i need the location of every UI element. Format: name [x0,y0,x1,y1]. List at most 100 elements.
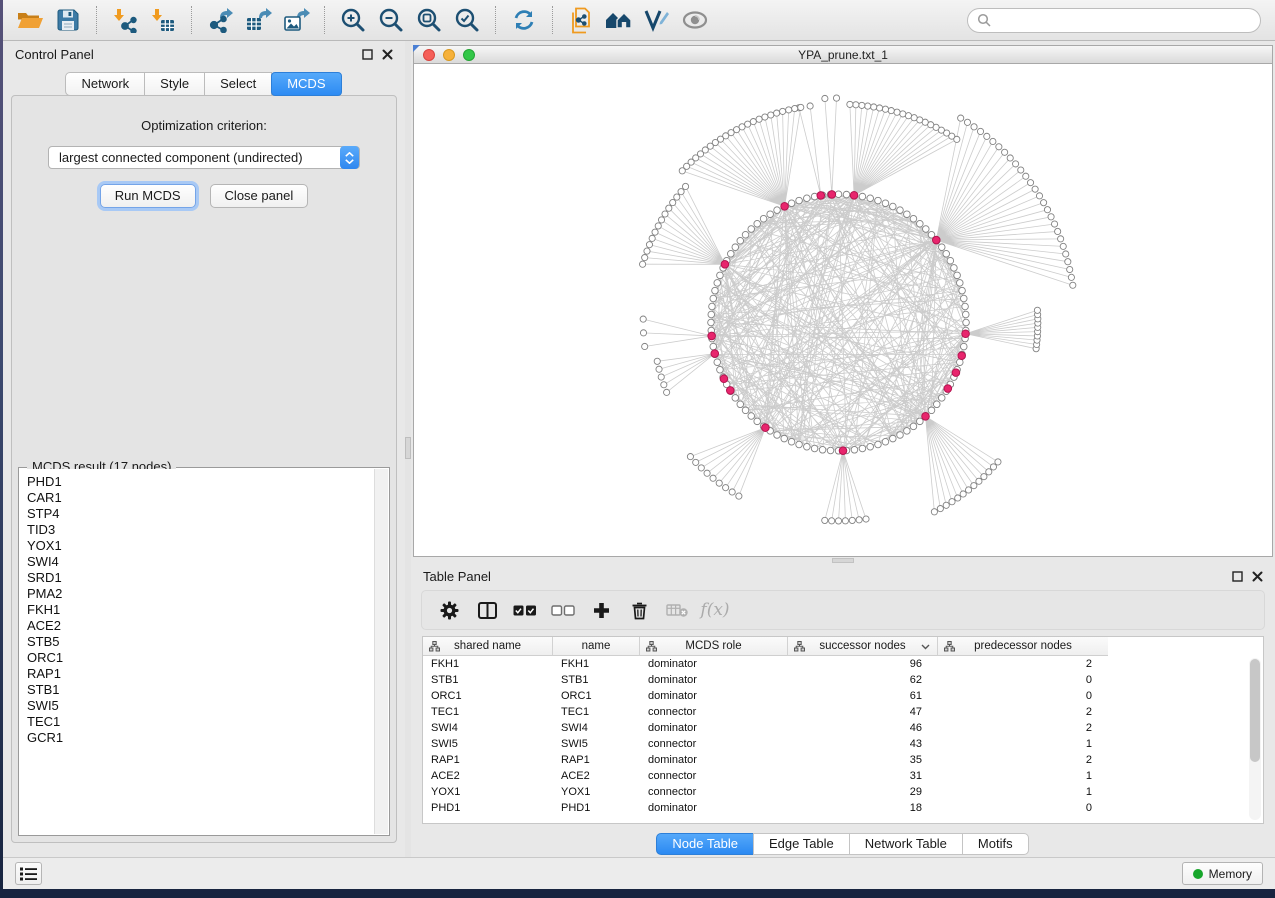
network-node[interactable] [1067,266,1073,272]
network-node[interactable] [859,445,866,452]
network-node[interactable] [729,489,735,495]
zoom-in-button[interactable] [334,4,372,36]
network-node[interactable] [642,343,648,349]
network-node[interactable] [1051,221,1057,227]
network-node[interactable] [890,203,897,210]
show-column-panel-button[interactable] [468,594,506,626]
import-table-button[interactable] [144,4,182,36]
tab-select[interactable]: Select [204,72,272,96]
network-node[interactable] [964,119,970,125]
network-node[interactable] [904,211,911,218]
network-node[interactable] [863,516,869,522]
network-node[interactable] [642,254,648,260]
network-node[interactable] [1007,155,1013,161]
close-panel-button[interactable]: Close panel [210,184,309,208]
network-node[interactable] [965,487,971,493]
table-row[interactable]: SWI5SWI5connector431 [423,736,1263,752]
network-node[interactable] [923,226,930,233]
network-node[interactable] [938,395,945,402]
network-node[interactable] [804,195,811,202]
network-node[interactable] [894,109,900,115]
network-node[interactable] [774,432,781,439]
column-header-shared-name[interactable]: shared name [423,637,553,656]
float-panel-icon[interactable] [1232,571,1243,582]
network-node[interactable] [996,144,1002,150]
network-node[interactable] [760,215,767,222]
column-header-mcds-role[interactable]: MCDS role [640,637,788,656]
network-node[interactable] [754,418,761,425]
network-node[interactable] [957,280,964,287]
table-scrollbar[interactable] [1249,658,1261,820]
network-node[interactable] [788,438,795,445]
network-node[interactable] [981,474,987,480]
splitter-grip[interactable] [405,437,411,459]
network-node[interactable] [882,438,889,445]
float-panel-icon[interactable] [362,49,373,60]
network-node[interactable] [687,453,693,459]
network-node[interactable] [1032,186,1038,192]
mcds-node-selected[interactable] [762,424,770,432]
mcds-result-item[interactable]: SWI5 [27,698,374,714]
network-node[interactable] [951,265,958,272]
network-node[interactable] [1068,274,1074,280]
network-node[interactable] [882,106,888,112]
network-node[interactable] [853,102,859,108]
network-node[interactable] [640,261,646,267]
network-node[interactable] [1048,214,1054,220]
network-node[interactable] [990,464,996,470]
network-node[interactable] [976,478,982,484]
network-node[interactable] [1055,228,1061,234]
network-node[interactable] [774,110,780,116]
network-node[interactable] [859,102,865,108]
network-node[interactable] [937,505,943,511]
mcds-result-item[interactable]: STB5 [27,634,374,650]
network-node[interactable] [754,220,761,227]
apply-layout-button[interactable] [505,4,543,36]
network-node[interactable] [710,475,716,481]
mcds-node-selected[interactable] [952,369,960,377]
network-node[interactable] [943,502,949,508]
mcds-node-selected[interactable] [958,352,966,360]
network-node[interactable] [875,197,882,204]
network-node[interactable] [748,226,755,233]
network-node[interactable] [796,197,803,204]
network-node[interactable] [859,193,866,200]
network-node[interactable] [640,316,646,322]
network-node[interactable] [708,311,715,318]
network-node[interactable] [792,105,798,111]
network-node[interactable] [714,359,721,366]
tab-style[interactable]: Style [144,72,205,96]
horizontal-splitter[interactable] [411,557,1275,564]
network-node[interactable] [670,199,676,205]
table-row[interactable]: FKH1FKH1dominator962 [423,656,1263,672]
network-node[interactable] [827,447,834,454]
mcds-node-selected[interactable] [727,387,735,395]
mcds-node-selected[interactable] [781,202,789,210]
tab-motifs[interactable]: Motifs [962,833,1029,855]
network-node[interactable] [875,441,882,448]
network-node[interactable] [788,200,795,207]
search-field[interactable] [997,13,1251,27]
mcds-result-item[interactable]: ACE2 [27,618,374,634]
table-row[interactable]: ORC1ORC1dominator610 [423,688,1263,704]
network-node[interactable] [971,124,977,130]
network-node[interactable] [756,116,762,122]
export-table-button[interactable] [239,4,277,36]
network-node[interactable] [710,343,717,350]
network-node[interactable] [910,423,917,430]
network-node[interactable] [962,303,969,310]
network-node[interactable] [833,95,839,101]
network-node[interactable] [960,343,967,350]
tab-network[interactable]: Network [65,72,145,96]
network-node[interactable] [811,445,818,452]
export-image-button[interactable] [277,4,315,36]
column-header-name[interactable]: name [553,637,640,656]
network-node[interactable] [947,257,954,264]
network-node[interactable] [714,280,721,287]
tab-network-table[interactable]: Network Table [849,833,963,855]
network-node[interactable] [933,401,940,408]
network-node[interactable] [917,418,924,425]
mcds-result-item[interactable]: SRD1 [27,570,374,586]
network-node[interactable] [822,517,828,523]
network-node[interactable] [737,401,744,408]
